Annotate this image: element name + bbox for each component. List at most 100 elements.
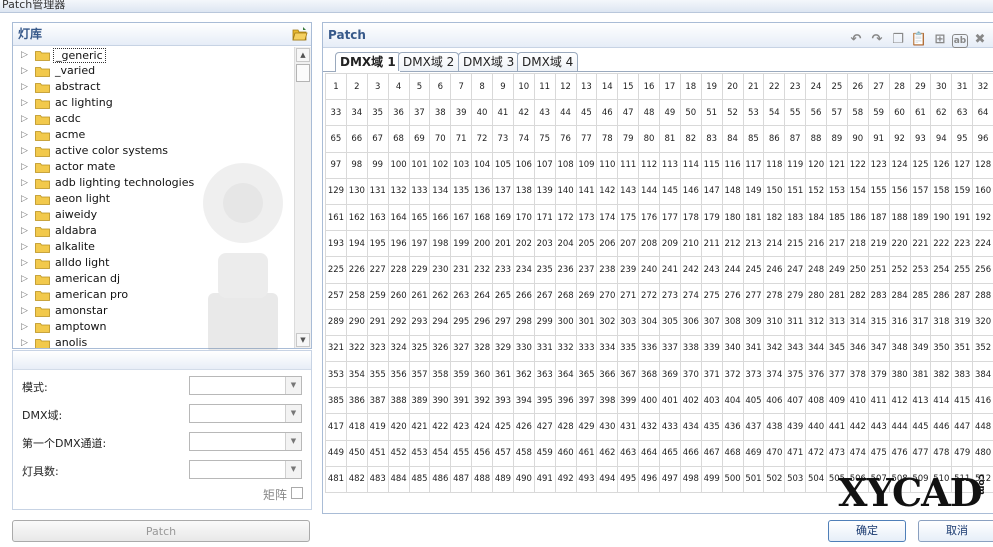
dmx-channel-cell[interactable]: 72 [471, 125, 493, 153]
dmx-channel-cell[interactable]: 450 [345, 439, 368, 467]
dmx-channel-cell[interactable]: 314 [846, 308, 869, 336]
dmx-channel-cell[interactable]: 162 [345, 203, 368, 232]
dmx-channel-cell[interactable]: 308 [721, 308, 744, 336]
dmx-channel-cell[interactable]: 195 [366, 230, 389, 258]
chevron-down-icon[interactable]: ▼ [285, 377, 301, 394]
dmx-channel-cell[interactable]: 322 [345, 334, 368, 363]
dmx-channel-cell[interactable]: 211 [700, 230, 723, 258]
dmx-channel-cell[interactable]: 295 [450, 308, 473, 336]
dmx-channel-cell[interactable]: 501 [742, 465, 765, 494]
dmx-channel-cell[interactable]: 7 [450, 72, 473, 101]
dmx-channel-cell[interactable]: 194 [345, 230, 368, 258]
dmx-channel-cell[interactable]: 326 [429, 334, 452, 363]
dmx-channel-cell[interactable]: 356 [387, 361, 410, 389]
dmx-channel-cell[interactable]: 218 [846, 230, 869, 258]
dmx-channel-cell[interactable]: 485 [408, 465, 431, 494]
dmx-channel-cell[interactable]: 57 [826, 99, 848, 127]
library-tree-item[interactable]: ▷ _varied [13, 63, 295, 79]
dmx-channel-cell[interactable]: 454 [429, 439, 452, 467]
dmx-channel-cell[interactable]: 9 [492, 72, 514, 101]
library-tree-item[interactable]: ▷ actor mate [13, 159, 295, 175]
dmx-channel-cell[interactable]: 142 [596, 177, 619, 205]
dmx-channel-cell[interactable]: 229 [408, 256, 431, 284]
dmx-channel-cell[interactable]: 156 [888, 177, 911, 205]
dmx-channel-cell[interactable]: 491 [533, 465, 556, 494]
dmx-channel-cell[interactable]: 78 [596, 125, 619, 153]
dmx-channel-cell[interactable]: 330 [512, 334, 535, 363]
dmx-channel-cell[interactable]: 39 [450, 99, 473, 127]
expand-arrow-icon[interactable]: ▷ [21, 95, 29, 111]
dmx-channel-cell[interactable]: 397 [575, 387, 598, 415]
dmx-channel-cell[interactable]: 437 [742, 413, 765, 441]
dmx-channel-cell[interactable]: 154 [846, 177, 869, 205]
dmx-channel-cell[interactable]: 25 [826, 72, 848, 101]
dmx-channel-cell[interactable]: 312 [805, 308, 827, 336]
dmx-channel-cell[interactable]: 494 [596, 465, 619, 494]
delete-icon[interactable]: ✖ [971, 32, 989, 48]
tab-universe-1[interactable]: DMX域 1 [335, 52, 401, 72]
dmx-channel-cell[interactable]: 17 [659, 72, 681, 101]
dmx-channel-cell[interactable]: 6 [429, 72, 452, 101]
dmx-channel-cell[interactable]: 401 [659, 387, 681, 415]
dmx-channel-cell[interactable]: 496 [638, 465, 660, 494]
dmx-channel-cell[interactable]: 176 [638, 203, 660, 232]
chevron-down-icon[interactable]: ▼ [285, 405, 301, 422]
dmx-channel-cell[interactable]: 277 [742, 282, 765, 310]
dmx-channel-cell[interactable]: 398 [596, 387, 619, 415]
library-tree-item[interactable]: ▷ _generic [13, 47, 295, 63]
dmx-channel-cell[interactable]: 476 [888, 439, 911, 467]
dmx-channel-cell[interactable]: 203 [533, 230, 556, 258]
dmx-channel-cell[interactable]: 405 [742, 387, 765, 415]
dmx-channel-cell[interactable]: 126 [930, 151, 953, 179]
dmx-channel-cell[interactable]: 466 [679, 439, 702, 467]
dmx-channel-cell[interactable]: 478 [930, 439, 953, 467]
dmx-channel-cell[interactable]: 69 [408, 125, 431, 153]
dmx-channel-cell[interactable]: 115 [700, 151, 723, 179]
dmx-channel-cell[interactable]: 242 [679, 256, 702, 284]
dmx-channel-cell[interactable]: 119 [784, 151, 807, 179]
dmx-channel-cell[interactable]: 413 [909, 387, 932, 415]
dmx-channel-cell[interactable]: 418 [345, 413, 368, 441]
dmx-channel-cell[interactable]: 311 [784, 308, 807, 336]
dmx-channel-cell[interactable]: 404 [721, 387, 744, 415]
dmx-channel-cell[interactable]: 338 [679, 334, 702, 363]
dmx-channel-cell[interactable]: 216 [805, 230, 827, 258]
universe-select[interactable]: ▼ [189, 404, 302, 423]
expand-arrow-icon[interactable]: ▷ [21, 191, 29, 207]
dmx-channel-cell[interactable]: 347 [867, 334, 890, 363]
dmx-channel-cell[interactable]: 373 [742, 361, 765, 389]
expand-arrow-icon[interactable]: ▷ [21, 303, 29, 319]
dmx-channel-cell[interactable]: 16 [638, 72, 660, 101]
dmx-channel-cell[interactable]: 249 [826, 256, 848, 284]
dmx-channel-cell[interactable]: 477 [909, 439, 932, 467]
dmx-channel-cell[interactable]: 449 [325, 439, 347, 467]
dmx-channel-cell[interactable]: 395 [533, 387, 556, 415]
dmx-channel-cell[interactable]: 189 [909, 203, 932, 232]
dmx-channel-cell[interactable]: 493 [575, 465, 598, 494]
dmx-channel-cell[interactable]: 415 [951, 387, 974, 415]
dmx-channel-cell[interactable]: 212 [721, 230, 744, 258]
dmx-channel-cell[interactable]: 323 [366, 334, 389, 363]
dmx-channel-cell[interactable]: 390 [429, 387, 452, 415]
dmx-channel-cell[interactable]: 498 [679, 465, 702, 494]
dmx-channel-cell[interactable]: 117 [742, 151, 765, 179]
dmx-channel-cell[interactable]: 382 [930, 361, 953, 389]
dmx-channel-cell[interactable]: 29 [909, 72, 932, 101]
dmx-channel-cell[interactable]: 334 [596, 334, 619, 363]
dmx-channel-cell[interactable]: 367 [617, 361, 640, 389]
dmx-channel-cell[interactable]: 310 [763, 308, 786, 336]
dmx-channel-cell[interactable]: 163 [366, 203, 389, 232]
tab-universe-2[interactable]: DMX域 2 [398, 52, 460, 71]
dmx-channel-cell[interactable]: 13 [575, 72, 598, 101]
dmx-channel-cell[interactable]: 182 [763, 203, 786, 232]
dmx-channel-cell[interactable]: 30 [930, 72, 953, 101]
dmx-channel-cell[interactable]: 431 [617, 413, 640, 441]
dmx-channel-cell[interactable]: 391 [450, 387, 473, 415]
dmx-channel-cell[interactable]: 378 [846, 361, 869, 389]
dmx-channel-cell[interactable]: 183 [784, 203, 807, 232]
dmx-channel-cell[interactable]: 275 [700, 282, 723, 310]
dmx-channel-cell[interactable]: 74 [512, 125, 535, 153]
dmx-channel-cell[interactable]: 284 [888, 282, 911, 310]
dmx-channel-cell[interactable]: 470 [763, 439, 786, 467]
dmx-channel-cell[interactable]: 227 [366, 256, 389, 284]
